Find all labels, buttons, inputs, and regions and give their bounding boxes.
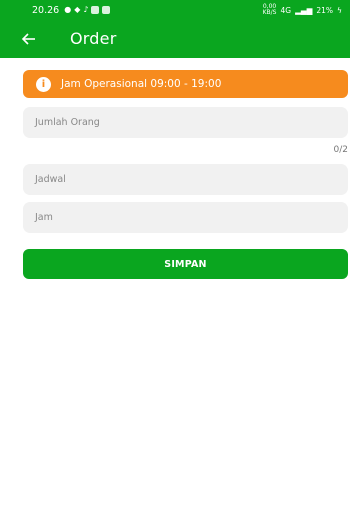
back-arrow-icon[interactable] — [18, 28, 40, 50]
signal-icon: ▂▄▆ — [295, 5, 313, 15]
jadwal-placeholder: Jadwal — [35, 174, 66, 185]
status-time: 20.26 — [32, 4, 60, 16]
info-icon: i — [36, 76, 51, 92]
jumlah-orang-input[interactable]: Jumlah Orang — [23, 107, 348, 138]
game-controller-icon: ◆ — [74, 5, 81, 14]
status-bar: 20.26 ● ◆ ♪ 0,00 KB/S 4G ▂▄▆ 21% ϟ — [0, 0, 350, 20]
jadwal-input[interactable]: Jadwal — [23, 164, 348, 195]
net-speed: 0,00 KB/S — [262, 3, 277, 16]
network-type: 4G — [280, 5, 292, 15]
app-notification-icon — [91, 6, 100, 14]
jam-placeholder: Jam — [35, 212, 53, 223]
page-title: Order — [70, 29, 117, 48]
battery-level: 21% — [316, 5, 334, 15]
chat-icon: ● — [64, 5, 72, 14]
simpan-button[interactable]: SIMPAN — [23, 249, 348, 279]
status-right: 0,00 KB/S 4G ▂▄▆ 21% ϟ — [263, 4, 342, 16]
jam-input[interactable]: Jam — [23, 202, 348, 233]
operating-hours-banner: i Jam Operasional 09:00 - 19:00 — [23, 70, 348, 98]
app-notification-icon-2 — [102, 6, 111, 14]
app-bar: Order — [0, 20, 350, 58]
character-counter: 0/2 — [333, 145, 348, 155]
charging-icon: ϟ — [337, 5, 342, 15]
tiktok-icon: ♪ — [83, 5, 89, 14]
banner-text: Jam Operasional 09:00 - 19:00 — [61, 78, 222, 90]
jumlah-orang-placeholder: Jumlah Orang — [35, 117, 100, 128]
notification-icons: ● ◆ ♪ — [64, 5, 111, 14]
